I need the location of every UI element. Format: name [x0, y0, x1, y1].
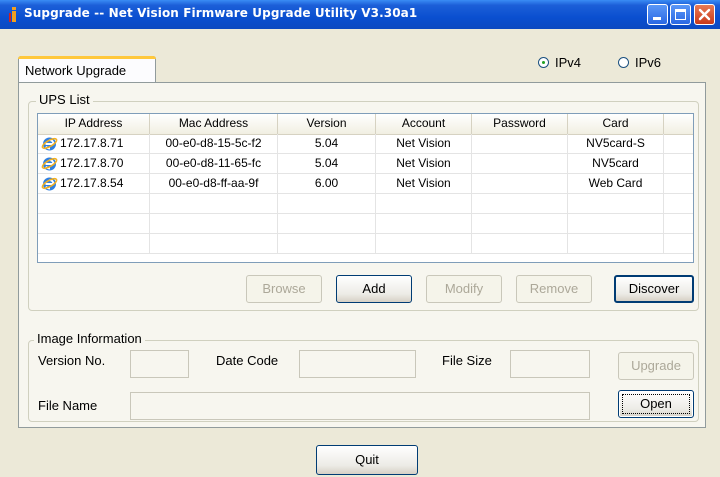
title-bar[interactable]: Supgrade -- Net Vision Firmware Upgrade …: [0, 0, 720, 29]
empty-cell: [472, 194, 568, 213]
cell-account: Net Vision: [376, 134, 472, 153]
browse-button-label: Browse: [262, 281, 306, 296]
date-code-field[interactable]: [299, 350, 416, 378]
empty-cell: [278, 194, 376, 213]
cell-ip: 172.17.8.71: [38, 134, 150, 153]
empty-cell: [568, 214, 664, 233]
cell-version: 5.04: [278, 154, 376, 173]
empty-cell: [278, 234, 376, 253]
ip-text: 172.17.8.70: [60, 156, 124, 170]
empty-cell: [278, 214, 376, 233]
list-header: IP Address Mac Address Version Account P…: [38, 114, 693, 135]
empty-cell: [376, 214, 472, 233]
file-name-label: File Name: [38, 398, 98, 413]
empty-cell: [38, 234, 150, 253]
quit-button-label: Quit: [355, 452, 379, 467]
image-info-legend: Image Information: [34, 331, 145, 346]
cell-password: [472, 134, 568, 153]
close-button[interactable]: [694, 4, 715, 25]
empty-row: [38, 234, 693, 254]
discover-button[interactable]: Discover: [614, 275, 694, 303]
cell-ip: 172.17.8.70: [38, 154, 150, 173]
ie-globe-icon: [41, 137, 58, 151]
column-ip-address[interactable]: IP Address: [38, 114, 150, 134]
cell-card: NV5card-S: [568, 134, 664, 153]
empty-cell: [376, 234, 472, 253]
empty-cell: [472, 234, 568, 253]
cell-password: [472, 154, 568, 173]
open-button-label: Open: [640, 396, 672, 411]
tab-network-upgrade[interactable]: Network Upgrade: [18, 56, 156, 83]
version-field[interactable]: [130, 350, 189, 378]
window-title: Supgrade -- Net Vision Firmware Upgrade …: [24, 6, 418, 20]
browse-button[interactable]: Browse: [246, 275, 322, 303]
table-row[interactable]: 172.17.8.54 00-e0-d8-ff-aa-9f 6.00 Net V…: [38, 174, 693, 194]
date-code-label: Date Code: [216, 353, 279, 368]
maximize-icon: [675, 9, 686, 20]
empty-cell: [568, 194, 664, 213]
cell-ip: 172.17.8.54: [38, 174, 150, 193]
quit-button[interactable]: Quit: [316, 445, 418, 475]
radio-unchecked-icon: [618, 57, 629, 68]
close-icon: [698, 8, 711, 21]
ie-globe-icon: [41, 177, 58, 191]
modify-button-label: Modify: [444, 281, 484, 296]
cell-account: Net Vision: [376, 174, 472, 193]
cell-card: Web Card: [568, 174, 664, 193]
version-label: Version No.: [38, 353, 106, 368]
cell-mac: 00-e0-d8-ff-aa-9f: [150, 174, 278, 193]
empty-cell: [472, 214, 568, 233]
file-size-label: File Size: [442, 353, 492, 368]
cell-version: 6.00: [278, 174, 376, 193]
column-card[interactable]: Card: [568, 114, 664, 134]
app-icon: [9, 7, 16, 22]
remove-button[interactable]: Remove: [516, 275, 592, 303]
remove-button-label: Remove: [529, 281, 579, 296]
minimize-icon: [653, 17, 661, 20]
cell-password: [472, 174, 568, 193]
column-mac-address[interactable]: Mac Address: [150, 114, 278, 134]
column-version[interactable]: Version: [278, 114, 376, 134]
table-row[interactable]: 172.17.8.71 00-e0-d8-15-5c-f2 5.04 Net V…: [38, 134, 693, 154]
ip-text: 172.17.8.71: [60, 136, 124, 150]
empty-cell: [38, 214, 150, 233]
ip-text: 172.17.8.54: [60, 176, 124, 190]
radio-checked-icon: [538, 57, 549, 68]
empty-cell: [150, 194, 278, 213]
cell-card: NV5card: [568, 154, 664, 173]
discover-button-label: Discover: [628, 281, 680, 296]
radio-ipv6-label: IPv6: [635, 55, 662, 70]
open-button[interactable]: Open: [618, 390, 694, 418]
minimize-button[interactable]: [647, 4, 668, 25]
table-row[interactable]: 172.17.8.70 00-e0-d8-11-65-fc 5.04 Net V…: [38, 154, 693, 174]
app-window: Supgrade -- Net Vision Firmware Upgrade …: [0, 0, 720, 477]
empty-row: [38, 194, 693, 214]
ie-globe-icon: [41, 157, 58, 171]
ups-list-view[interactable]: IP Address Mac Address Version Account P…: [37, 113, 694, 263]
empty-cell: [568, 234, 664, 253]
column-account[interactable]: Account: [376, 114, 472, 134]
empty-cell: [150, 234, 278, 253]
empty-row: [38, 214, 693, 234]
cell-mac: 00-e0-d8-11-65-fc: [150, 154, 278, 173]
cell-account: Net Vision: [376, 154, 472, 173]
file-size-field[interactable]: [510, 350, 590, 378]
file-name-field[interactable]: [130, 392, 590, 420]
empty-cell: [376, 194, 472, 213]
upgrade-button[interactable]: Upgrade: [618, 352, 694, 380]
empty-cell: [38, 194, 150, 213]
column-password[interactable]: Password: [472, 114, 568, 134]
cell-mac: 00-e0-d8-15-5c-f2: [150, 134, 278, 153]
upgrade-button-label: Upgrade: [631, 358, 681, 373]
empty-cell: [150, 214, 278, 233]
modify-button[interactable]: Modify: [426, 275, 502, 303]
maximize-button[interactable]: [670, 4, 691, 25]
cell-version: 5.04: [278, 134, 376, 153]
tab-label: Network Upgrade: [25, 63, 127, 78]
add-button-label: Add: [362, 281, 386, 296]
radio-ipv4-label: IPv4: [555, 55, 582, 70]
add-button[interactable]: Add: [336, 275, 412, 303]
ups-list-legend: UPS List: [36, 92, 93, 107]
